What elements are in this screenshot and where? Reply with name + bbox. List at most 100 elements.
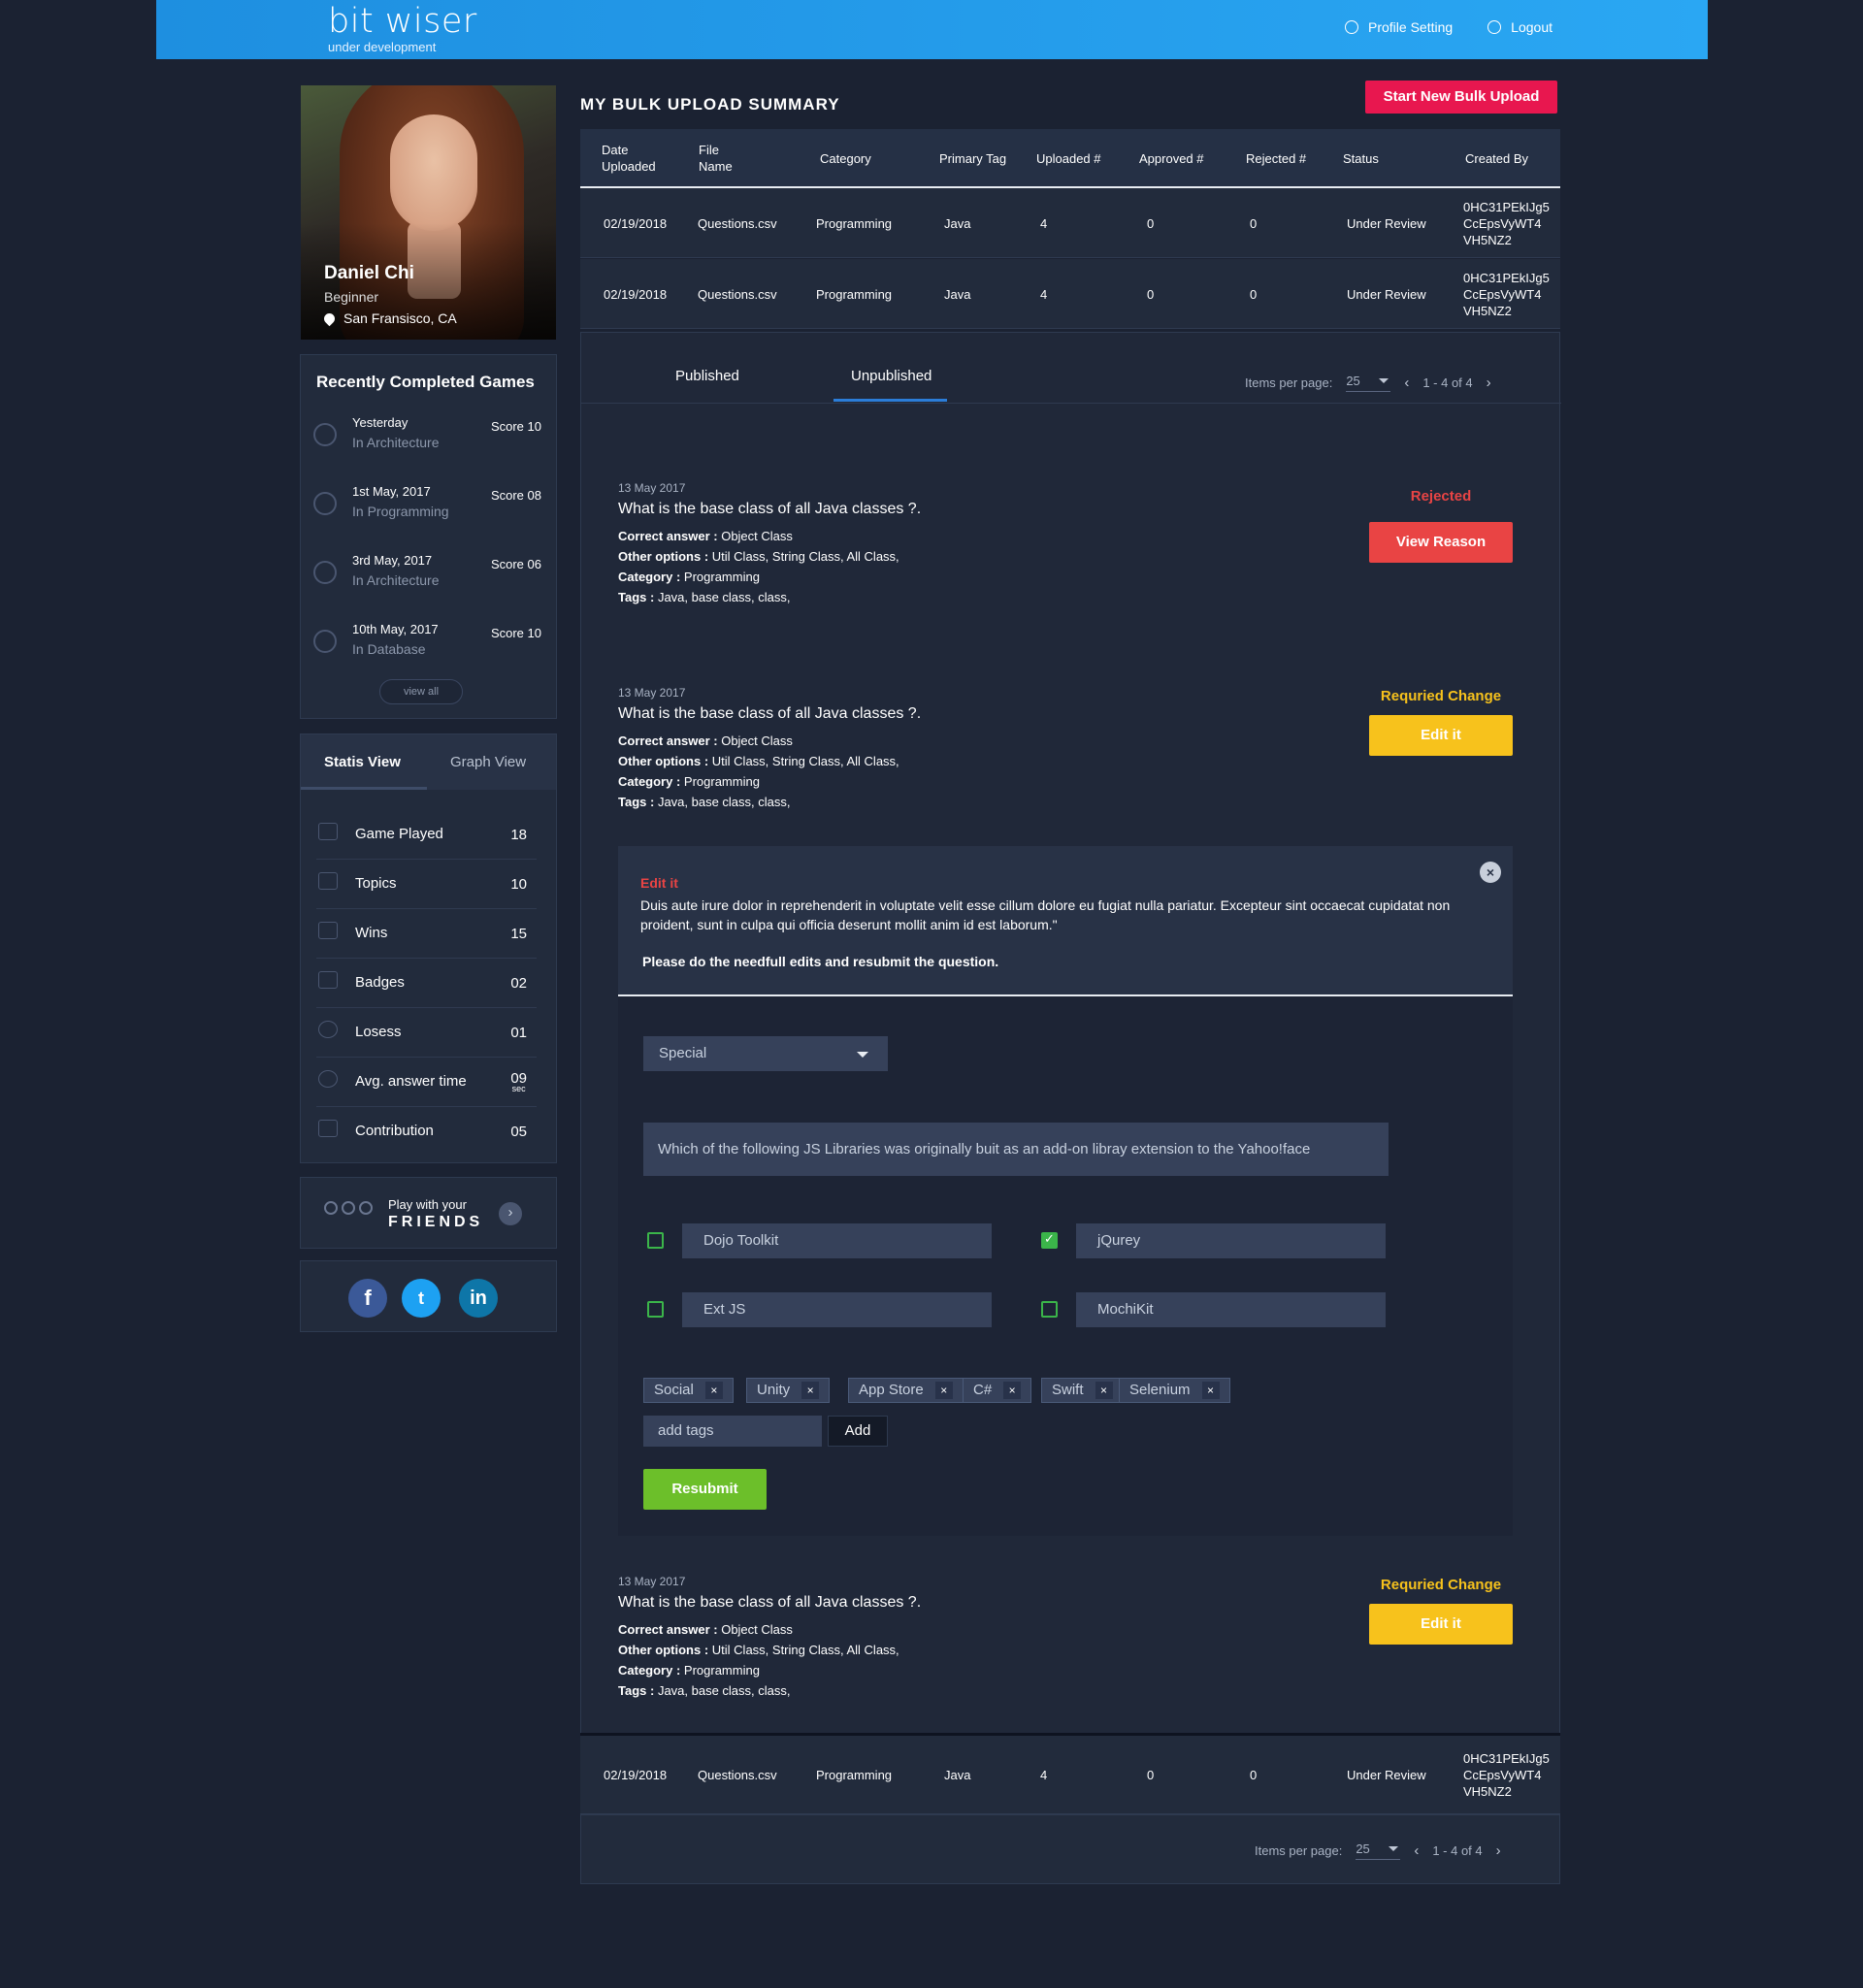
cell-status: Under Review	[1347, 1767, 1426, 1782]
game-category: In Architecture	[352, 572, 440, 588]
game-date: 3rd May, 2017	[352, 553, 433, 568]
chevron-left-icon[interactable]: ‹	[1404, 375, 1409, 391]
recent-games-card: Recently Completed Games Yesterday In Ar…	[300, 354, 557, 719]
value-tags: Java, base class, class,	[657, 795, 791, 809]
value-correct: Object Class	[721, 1622, 793, 1637]
option-input-jquery[interactable]: jQurey	[1076, 1223, 1386, 1258]
active-tab-underline	[833, 399, 947, 402]
logo-subtitle: under development	[328, 40, 437, 54]
lose-icon	[313, 492, 337, 515]
option-input-dojo[interactable]: Dojo Toolkit	[682, 1223, 992, 1258]
cell-created-by: 0HC31PEkIJg5 CcEpsVyWT4 VH5NZ2	[1463, 270, 1550, 318]
location-pin-icon	[321, 310, 338, 326]
tab-unpublished[interactable]: Unpublished	[851, 368, 932, 384]
logout-link[interactable]: Logout	[1487, 19, 1552, 35]
edit-message: Duis aute irure dolor in reprehenderit i…	[640, 897, 1451, 932]
items-per-page-label: Items per page:	[1255, 1843, 1343, 1858]
stat-value: 15	[510, 926, 527, 942]
topics-icon	[318, 872, 338, 890]
chevron-left-icon[interactable]: ‹	[1414, 1842, 1419, 1859]
table-row[interactable]: 02/19/2018 Questions.csv Programming Jav…	[580, 259, 1560, 329]
tab-statis-view[interactable]: Statis View	[324, 754, 401, 770]
close-icon[interactable]: ×	[704, 1382, 723, 1399]
close-icon[interactable]: ×	[1201, 1382, 1220, 1399]
add-tag-button[interactable]: Add	[828, 1416, 888, 1447]
option-input-mochikit[interactable]: MochiKit	[1076, 1292, 1386, 1327]
edit-it-button[interactable]: Edit it	[1369, 715, 1513, 756]
cell-rejected: 0	[1250, 286, 1258, 302]
cell-file[interactable]: Questions.csv	[698, 1736, 777, 1813]
column-header: File Name	[699, 143, 733, 174]
table-footer: Items per page: 25 ‹ 1 - 4 of 4 ›	[580, 1814, 1560, 1884]
stat-value: 01	[510, 1025, 527, 1041]
contribution-icon	[318, 1120, 338, 1137]
cell-file[interactable]: Questions.csv	[698, 188, 777, 258]
items-per-page-select[interactable]: 25	[1356, 1841, 1401, 1860]
type-select[interactable]: Special	[643, 1036, 888, 1071]
friends-line1: Play with your	[388, 1197, 467, 1212]
chevron-right-icon[interactable]: ›	[499, 1202, 522, 1225]
option-checkbox-mochikit[interactable]	[1041, 1301, 1058, 1318]
column-header: Created By	[1465, 150, 1529, 166]
tab-published[interactable]: Published	[675, 368, 739, 384]
chevron-right-icon[interactable]: ›	[1487, 375, 1491, 391]
stat-value: 09 sec	[510, 1070, 527, 1093]
stat-label: Wins	[355, 925, 388, 941]
option-input-extjs[interactable]: Ext JS	[682, 1292, 992, 1327]
recent-games-title: Recently Completed Games	[316, 373, 535, 391]
value-tags: Java, base class, class,	[657, 590, 791, 604]
option-checkbox-extjs[interactable]	[647, 1301, 664, 1318]
value-tags: Java, base class, class,	[657, 1683, 791, 1698]
twitter-icon[interactable]: t	[402, 1279, 441, 1318]
close-icon[interactable]: ×	[1480, 862, 1501, 883]
game-category: In Programming	[352, 504, 449, 519]
add-tags-input[interactable]: add tags	[643, 1416, 822, 1447]
chevron-right-icon[interactable]: ›	[1496, 1842, 1501, 1859]
option-checkbox-jquery[interactable]	[1041, 1231, 1058, 1249]
column-header: Category	[820, 150, 871, 166]
resubmit-button[interactable]: Resubmit	[643, 1469, 767, 1510]
linkedin-icon[interactable]: in	[459, 1279, 498, 1318]
stat-avg-answer-time: Avg. answer time 09 sec	[316, 1057, 537, 1107]
trophy-icon	[318, 922, 338, 939]
cell-file[interactable]: Questions.csv	[698, 259, 777, 329]
list-item[interactable]: 3rd May, 2017 In Architecture Score 06	[313, 553, 541, 602]
game-icon	[318, 823, 338, 840]
stat-label: Losess	[355, 1024, 402, 1040]
profile-setting-label: Profile Setting	[1368, 19, 1454, 35]
view-all-button[interactable]: view all	[379, 679, 463, 704]
label-options: Other options :	[618, 549, 712, 564]
table-row[interactable]: 02/19/2018 Questions.csv Programming Jav…	[580, 188, 1560, 258]
close-icon[interactable]: ×	[934, 1382, 953, 1399]
play-with-friends-card[interactable]: Play with your FRIENDS ›	[300, 1177, 557, 1249]
column-header: Date Uploaded	[602, 143, 656, 174]
power-icon	[1487, 20, 1502, 34]
edit-it-button[interactable]: Edit it	[1369, 1604, 1513, 1645]
logo[interactable]: bit wiser under development	[328, 5, 477, 54]
close-icon[interactable]: ×	[801, 1382, 820, 1399]
column-header: Status	[1343, 150, 1379, 166]
question-input[interactable]: Which of the following JS Libraries was …	[643, 1123, 1389, 1176]
close-icon[interactable]: ×	[1095, 1382, 1113, 1399]
items-per-page-select[interactable]: 25	[1346, 374, 1391, 392]
close-icon[interactable]: ×	[1003, 1382, 1022, 1399]
tab-graph-view[interactable]: Graph View	[450, 754, 526, 770]
table-row[interactable]: 02/19/2018 Questions.csv Programming Jav…	[580, 1733, 1560, 1814]
view-reason-button[interactable]: View Reason	[1369, 522, 1513, 563]
game-date: 1st May, 2017	[352, 484, 431, 499]
list-item[interactable]: Yesterday In Architecture Score 10	[313, 415, 541, 464]
stat-topics: Topics 10	[316, 859, 537, 909]
option-checkbox-dojo[interactable]	[647, 1232, 664, 1249]
list-item[interactable]: 1st May, 2017 In Programming Score 08	[313, 484, 541, 533]
cell-date: 02/19/2018	[604, 1767, 668, 1782]
list-item[interactable]: 10th May, 2017 In Database Score 10	[313, 622, 541, 670]
tag-chip: Swift ×	[1041, 1378, 1124, 1403]
facebook-icon[interactable]: f	[348, 1279, 387, 1318]
profile-location: San Fransisco, CA	[321, 310, 457, 326]
label-category: Category :	[618, 1663, 684, 1678]
tag-chip: Selenium ×	[1119, 1378, 1230, 1403]
profile-setting-link[interactable]: Profile Setting	[1345, 19, 1453, 35]
column-header: Uploaded #	[1036, 150, 1101, 166]
start-new-bulk-upload-button[interactable]: Start New Bulk Upload	[1365, 81, 1557, 114]
tag-chip: App Store ×	[848, 1378, 964, 1403]
